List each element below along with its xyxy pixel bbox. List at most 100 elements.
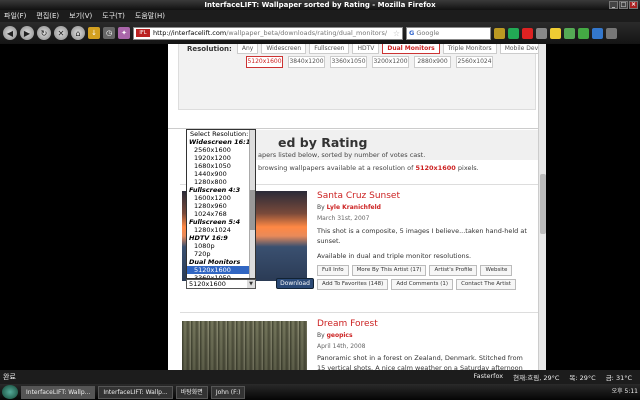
- res-2560x1024[interactable]: 2560x1024: [456, 56, 493, 68]
- status-addons: Fasterfox 현재:흐림, 29°C 목: 29°C 금: 31°C: [473, 372, 632, 382]
- dropdown-option[interactable]: 1600x1200: [187, 194, 255, 202]
- wallpaper-card: Dream Forest By geopics April 14th, 2008…: [180, 312, 540, 370]
- res-5120x1600[interactable]: 5120x1600: [246, 56, 283, 68]
- filter-dual-monitors[interactable]: Dual Monitors: [382, 44, 440, 54]
- intro-line-1: apers listed below, sorted by number of …: [258, 151, 426, 159]
- status-text: 완료: [3, 373, 16, 381]
- forward-button[interactable]: ▶: [20, 26, 34, 40]
- download-icon[interactable]: ↓: [88, 27, 100, 39]
- star-icon[interactable]: [550, 27, 561, 39]
- resolution-dropdown-list[interactable]: Select Resolution: Widescreen 16:10 2560x1…: [186, 129, 256, 279]
- reload-button[interactable]: ↻: [37, 26, 51, 40]
- home-button[interactable]: ⌂: [71, 26, 85, 40]
- by-prefix: By: [317, 332, 325, 339]
- minimize-button[interactable]: _: [609, 1, 618, 9]
- author-link[interactable]: geopics: [327, 332, 353, 339]
- dropdown-group-label: Fullscreen 5:4: [189, 218, 241, 226]
- resolution-label: Resolution:: [187, 44, 232, 53]
- address-bar[interactable]: IFL http://interfacelift.com/wallpaper_b…: [133, 26, 403, 40]
- bookmark-star-icon[interactable]: ☆: [393, 29, 402, 38]
- taskbar-drive[interactable]: John (F:): [210, 385, 246, 399]
- res-3200x1200[interactable]: 3200x1200: [372, 56, 409, 68]
- window-title: InterfaceLIFT: Wallpaper sorted by Ratin…: [204, 1, 436, 9]
- windows-icon[interactable]: [578, 27, 589, 39]
- settings-icon[interactable]: [592, 27, 603, 39]
- menu-tools[interactable]: 도구(T): [102, 10, 125, 22]
- res-3360x1050[interactable]: 3360x1050: [330, 56, 367, 68]
- dropdown-group-label: HDTV 16:9: [189, 234, 228, 242]
- dropdown-option[interactable]: 1920x1200: [187, 154, 255, 162]
- page-scrollbar[interactable]: [538, 44, 546, 370]
- dropdown-scrollbar[interactable]: [249, 130, 255, 278]
- dropdown-option[interactable]: 1280x800: [187, 178, 255, 186]
- taskbar-desktop[interactable]: 바탕화면: [175, 385, 208, 399]
- toolbar-separator-icon: [536, 27, 547, 39]
- addon-icon[interactable]: ✦: [118, 27, 130, 39]
- rss-icon[interactable]: [508, 27, 519, 39]
- intro-text-post: pixels.: [457, 164, 479, 172]
- dropdown-option[interactable]: 2560x1600: [187, 146, 255, 154]
- wallpaper-date: April 14th, 2008: [317, 343, 366, 350]
- system-tray: 오후 5:11: [612, 386, 638, 398]
- author-link[interactable]: Lyle Kranichfeld: [327, 204, 381, 211]
- search-box[interactable]: G: [406, 26, 491, 40]
- search-input[interactable]: [416, 29, 477, 37]
- taskbar-firefox-2[interactable]: InterfaceLIFT: Wallp...: [98, 385, 173, 399]
- dropdown-option[interactable]: 1024x768: [187, 210, 255, 218]
- dropdown-scroll-thumb[interactable]: [250, 190, 255, 230]
- dropdown-option[interactable]: 1080p: [187, 242, 255, 250]
- maximize-button[interactable]: □: [619, 1, 628, 9]
- resolution-select[interactable]: 5120x1600 ▼: [186, 279, 256, 289]
- dropdown-group-label: Widescreen 16:10: [189, 138, 255, 146]
- add-to-favorites-button[interactable]: Add To Favorites (148): [317, 279, 389, 290]
- dropdown-option[interactable]: 1280x1024: [187, 226, 255, 234]
- dropdown-option[interactable]: 720p: [187, 250, 255, 258]
- back-button[interactable]: ◀: [3, 26, 17, 40]
- artist-profile-button[interactable]: Artist's Profile: [429, 265, 478, 276]
- stop-button[interactable]: ✕: [54, 26, 68, 40]
- chevron-down-icon[interactable]: ▼: [247, 280, 255, 288]
- website-button[interactable]: Website: [480, 265, 513, 276]
- contact-artist-button[interactable]: Contact The Artist: [456, 279, 516, 290]
- filter-type-row: Resolution: Any Widescreen Fullscreen HD…: [187, 44, 546, 54]
- wallpaper-title[interactable]: Dream Forest: [317, 319, 378, 329]
- menu-view[interactable]: 보기(V): [69, 10, 92, 22]
- menu-bar: 파일(F) 편집(E) 보기(V) 도구(T) 도움말(H): [0, 10, 640, 22]
- wallpaper-availability: Available in dual and triple monitor res…: [317, 252, 472, 260]
- download-button[interactable]: Download: [276, 278, 314, 289]
- wallpaper-title[interactable]: Santa Cruz Sunset: [317, 191, 400, 201]
- filter-fullscreen[interactable]: Fullscreen: [309, 44, 350, 54]
- bookmarks-icon[interactable]: [494, 27, 505, 39]
- wallpaper-thumbnail[interactable]: [182, 321, 307, 370]
- wallpaper-date: March 31st, 2007: [317, 215, 370, 222]
- adblock-icon[interactable]: [522, 27, 533, 39]
- full-info-button[interactable]: Full Info: [317, 265, 349, 276]
- filter-triple-monitors[interactable]: Triple Monitors: [442, 44, 497, 54]
- google-icon: G: [409, 29, 415, 37]
- start-button[interactable]: [2, 385, 18, 399]
- close-button[interactable]: ×: [629, 1, 638, 9]
- scrollbar-thumb[interactable]: [540, 174, 546, 234]
- more-by-artist-button[interactable]: More By This Artist (17): [351, 265, 427, 276]
- dropdown-option[interactable]: 1440x900: [187, 170, 255, 178]
- res-3840x1200[interactable]: 3840x1200: [288, 56, 325, 68]
- dropdown-option[interactable]: 1280x960: [187, 202, 255, 210]
- menu-icon[interactable]: [606, 27, 617, 39]
- filter-hdtv[interactable]: HDTV: [352, 44, 380, 54]
- dropdown-option[interactable]: 1680x1050: [187, 162, 255, 170]
- menu-file[interactable]: 파일(F): [4, 10, 26, 22]
- clock[interactable]: 오후 5:11: [612, 386, 638, 398]
- zoom-icon[interactable]: [564, 27, 575, 39]
- filter-any[interactable]: Any: [236, 44, 259, 54]
- res-2880x900[interactable]: 2880x900: [414, 56, 451, 68]
- filter-widescreen[interactable]: Widescreen: [261, 44, 307, 54]
- dropdown-items: Select Resolution: Widescreen 16:10 2560x1…: [187, 130, 255, 278]
- menu-help[interactable]: 도움말(H): [135, 10, 165, 22]
- taskbar-firefox-1[interactable]: InterfaceLIFT: Wallp...: [21, 385, 96, 399]
- add-comments-button[interactable]: Add Comments (1): [391, 279, 454, 290]
- fasterfox-label[interactable]: Fasterfox: [473, 372, 503, 382]
- dropdown-option[interactable]: 5120x1600: [187, 266, 255, 274]
- menu-edit[interactable]: 편집(E): [36, 10, 59, 22]
- wallpaper-byline: By Lyle Kranichfeld: [317, 204, 381, 211]
- history-icon[interactable]: ◷: [103, 27, 115, 39]
